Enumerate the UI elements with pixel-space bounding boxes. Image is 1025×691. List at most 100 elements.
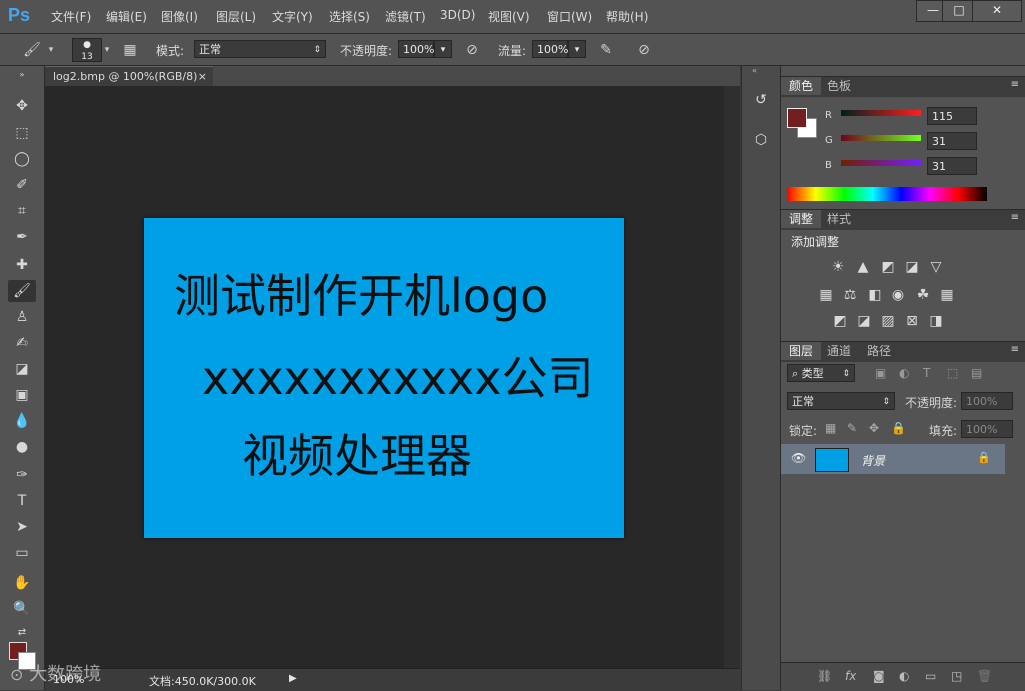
layer-opacity-input[interactable]: 100% [961, 392, 1013, 410]
selective-color-icon[interactable]: ⊠ [903, 312, 921, 330]
threshold-icon[interactable]: ▨ [879, 312, 897, 330]
foreground-color-swatch[interactable] [787, 108, 807, 128]
link-layers-icon[interactable]: ⛓ [817, 669, 832, 683]
brush-tool-icon[interactable]: 🖌 [8, 280, 36, 302]
airbrush-icon[interactable]: ✎ [596, 40, 616, 60]
eraser-tool-icon[interactable]: ◪ [8, 358, 36, 380]
dodge-tool-icon[interactable]: ● [8, 436, 36, 458]
gradient-tool-icon[interactable]: ▣ [8, 384, 36, 406]
menu-filter[interactable]: 滤镜(T) [385, 8, 426, 25]
mode-select[interactable]: 正常 ⇕ [194, 40, 326, 58]
canvas-image[interactable]: 测试制作开机logo xxxxxxxxxxx公司 视频处理器 [144, 218, 624, 538]
new-group-icon[interactable]: ▭ [925, 669, 936, 683]
posterize-icon[interactable]: ◪ [855, 312, 873, 330]
menu-select[interactable]: 选择(S) [329, 8, 370, 25]
tab-adjustments[interactable]: 调整 [781, 210, 822, 228]
eye-icon[interactable]: 👁 [791, 451, 806, 465]
healing-brush-tool-icon[interactable]: ✚ [8, 254, 36, 276]
g-input[interactable]: 31 [927, 132, 977, 150]
menu-file[interactable]: 文件(F) [51, 8, 91, 25]
tab-swatches[interactable]: 色板 [819, 77, 859, 95]
tab-paths[interactable]: 路径 [859, 342, 899, 360]
document-tab[interactable]: log2.bmp @ 100%(RGB/8) × [45, 66, 213, 86]
swap-colors-icon[interactable]: ⇄ [8, 622, 36, 644]
filter-smart-icon[interactable]: ▤ [971, 366, 982, 380]
maximize-button[interactable]: □ [942, 0, 976, 22]
g-slider[interactable] [841, 135, 921, 141]
rectangle-tool-icon[interactable]: ▭ [8, 542, 36, 564]
type-tool-icon[interactable]: T [8, 490, 36, 512]
close-button[interactable]: ✕ [972, 0, 1022, 22]
color-balance-icon[interactable]: ⚖ [841, 286, 859, 304]
layer-name[interactable]: 背景 [861, 452, 885, 469]
b-input[interactable]: 31 [927, 157, 977, 175]
status-arrow-icon[interactable]: ▶ [289, 673, 297, 684]
brush-panel-icon[interactable]: ▦ [120, 40, 140, 60]
exposure-icon[interactable]: ◪ [903, 258, 921, 276]
menu-view[interactable]: 视图(V) [488, 8, 530, 25]
hand-tool-icon[interactable]: ✋ [8, 572, 36, 594]
lasso-tool-icon[interactable]: ◯ [8, 148, 36, 170]
lock-all-icon[interactable]: 🔒 [891, 421, 906, 435]
channel-mixer-icon[interactable]: ☘ [914, 286, 932, 304]
marquee-tool-icon[interactable]: ⬚ [8, 122, 36, 144]
filter-type-icon[interactable]: T [923, 366, 930, 380]
brightness-icon[interactable]: ☀ [829, 258, 847, 276]
3d-panel-icon[interactable]: ⬡ [751, 132, 771, 152]
menu-3d[interactable]: 3D(D) [440, 8, 475, 22]
lock-position-icon[interactable]: ✥ [869, 421, 879, 435]
panel-menu-icon[interactable]: ≡ [1011, 212, 1019, 223]
flow-input[interactable]: 100% [532, 40, 568, 58]
opacity-dropdown-button[interactable]: ▾ [434, 40, 452, 58]
layer-mask-icon[interactable]: ◙ [873, 669, 885, 683]
quick-select-tool-icon[interactable]: ✐ [8, 174, 36, 196]
hue-saturation-icon[interactable]: ▦ [817, 286, 835, 304]
brush-preset-picker[interactable]: ● 13 [72, 38, 102, 62]
new-layer-icon[interactable]: ◳ [951, 669, 962, 683]
collapse-arrows-icon[interactable]: » [8, 70, 36, 80]
zoom-tool-icon[interactable]: 🔍 [8, 598, 36, 620]
delete-layer-icon[interactable]: 🗑 [977, 669, 992, 683]
flow-dropdown-button[interactable]: ▾ [568, 40, 586, 58]
fill-input[interactable]: 100% [961, 420, 1013, 438]
menu-type[interactable]: 文字(Y) [272, 8, 313, 25]
panel-menu-icon[interactable]: ≡ [1011, 79, 1019, 90]
crop-tool-icon[interactable]: ⌗ [8, 200, 36, 222]
layer-style-icon[interactable]: fx [845, 669, 856, 683]
levels-icon[interactable]: ▲ [854, 258, 872, 276]
stamp-tool-icon[interactable]: ♙ [8, 306, 36, 328]
r-input[interactable]: 115 [927, 107, 977, 125]
pressure-size-icon[interactable]: ⊘ [634, 40, 654, 60]
chevron-down-icon[interactable]: ▾ [46, 40, 56, 60]
tab-channels[interactable]: 通道 [819, 342, 859, 360]
adjustment-layer-icon[interactable]: ◐ [899, 669, 909, 683]
invert-icon[interactable]: ◩ [831, 312, 849, 330]
brush-tool-icon[interactable]: 🖌 [22, 40, 42, 60]
tab-styles[interactable]: 样式 [819, 210, 859, 228]
vibrance-icon[interactable]: ▽ [927, 258, 945, 276]
filter-shape-icon[interactable]: ⬚ [947, 366, 958, 380]
opacity-input[interactable]: 100% [398, 40, 434, 58]
menu-layer[interactable]: 图层(L) [216, 8, 256, 25]
filter-adjust-icon[interactable]: ◐ [899, 366, 909, 380]
pressure-opacity-icon[interactable]: ⊘ [462, 40, 482, 60]
color-lookup-icon[interactable]: ▦ [938, 286, 956, 304]
pen-tool-icon[interactable]: ✑ [8, 464, 36, 486]
b-slider[interactable] [841, 160, 921, 166]
history-panel-icon[interactable]: ↺ [751, 92, 771, 112]
menu-image[interactable]: 图像(I) [161, 8, 198, 25]
blend-mode-select[interactable]: 正常 ⇕ [787, 392, 895, 410]
lock-pixels-icon[interactable]: ✎ [847, 421, 857, 435]
eyedropper-tool-icon[interactable]: ✒ [8, 226, 36, 248]
collapse-arrows-icon[interactable]: « [752, 66, 757, 75]
gradient-map-icon[interactable]: ◨ [927, 312, 945, 330]
menu-help[interactable]: 帮助(H) [606, 8, 648, 25]
layer-filter-select[interactable]: ⌕ 类型 ⇕ [787, 364, 855, 382]
curves-icon[interactable]: ◩ [879, 258, 897, 276]
layer-row[interactable]: 👁 背景 🔒 [781, 444, 1005, 474]
r-slider[interactable] [841, 110, 921, 116]
filter-pixel-icon[interactable]: ▣ [875, 366, 886, 380]
blur-tool-icon[interactable]: 💧 [8, 410, 36, 432]
chevron-down-icon[interactable]: ▾ [102, 40, 112, 60]
lock-transparent-icon[interactable]: ▦ [825, 421, 836, 435]
